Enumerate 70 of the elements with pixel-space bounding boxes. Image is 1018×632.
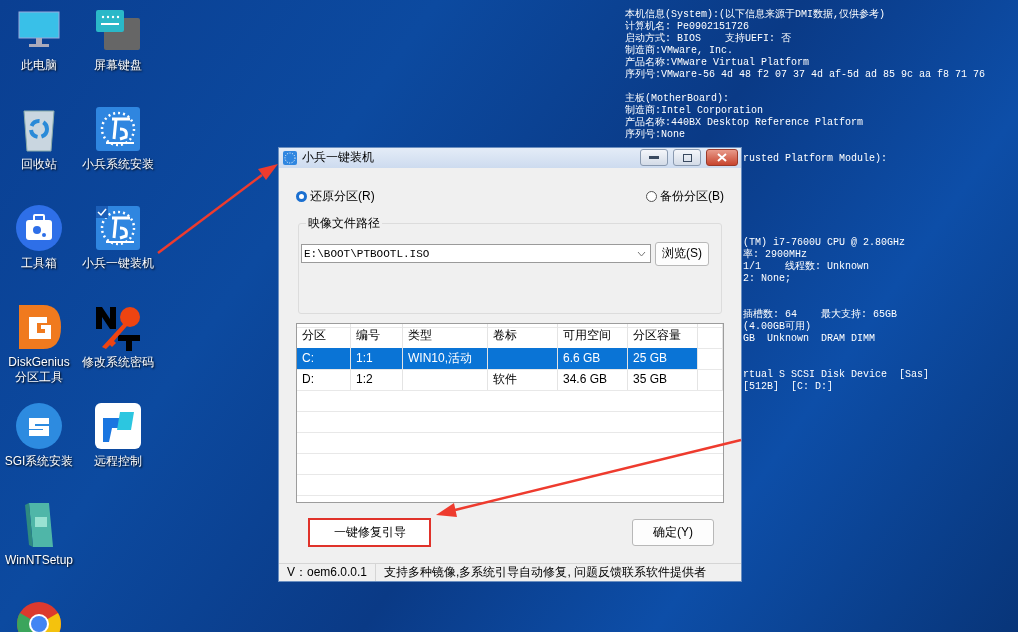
info-line: 插槽数: 64 最大支持: 65GB [743,309,897,321]
disk-tool-icon [19,305,61,349]
info-line: 产品名称:VMware Virtual Platform [625,57,810,68]
sgi-icon [16,403,62,449]
app-icon [283,150,297,165]
info-line: (4.00GB可用) [743,321,811,333]
maximize-button[interactable] [673,149,701,167]
maximize-icon [682,153,692,162]
toolbox-icon [16,205,62,251]
info-line: 序列号:VMware-56 4d 48 f2 07 37 4d af-5d ad 85 9c aa f8 71 76 [625,69,986,81]
table-row[interactable]: D: 1:2 软件 34.6 GB 35 GB [297,368,723,390]
info-line: 1/1 线程数: Unknown [743,261,869,273]
table-row[interactable]: C: 1:1 WIN10,活动 6.6 GB 25 GB [297,347,723,369]
checkbox-icon [96,206,108,218]
browser-icon [17,602,61,632]
monitor-icon [18,11,60,47]
remote-icon [95,403,141,449]
info-line: 本机信息(System):(以下信息来源于DMI数据,仅供参考) [625,9,885,20]
info-line: 率: 2900MHz [743,249,807,261]
info-line: 2: None; [743,273,791,285]
column-header: 分区容量 [628,323,698,348]
desktop-icon-label[interactable]: 屏幕键盘 [94,58,142,73]
minimize-button[interactable] [640,149,668,167]
browse-button[interactable]: 浏览(S) [655,241,709,266]
desktop-icon-label[interactable]: 远程控制 [94,454,142,469]
setup-box-icon [25,503,53,547]
desktop-icon-label[interactable]: WinNTSetup [5,553,73,568]
version-text: V：oem6.0.0.1 [279,563,377,581]
info-line: rtual S SCSI Disk Device [Sas] [743,369,930,381]
installer-icon [96,107,140,151]
desktop-icon-label[interactable]: 小兵系统安装 [82,157,154,172]
desktop-icon-label[interactable]: DiskGenius 分区工具 [8,355,70,385]
column-header: 类型 [403,323,488,348]
info-line: rusted Platform Module): [743,153,888,165]
info-line: 主板(MotherBoard): [625,93,729,105]
info-line: [512B] [C: D:] [743,381,833,393]
status-message: 支持多种镜像,多系统引导自动修复, 问题反馈联系软件提供者 [383,563,707,581]
column-header: 卷标 [488,323,558,348]
group-label: 映像文件路径 [306,214,382,232]
info-line: 制造商:VMware, Inc. [625,45,733,56]
minimize-icon [649,155,659,160]
desktop-icon-label[interactable]: 回收站 [21,157,57,172]
info-line: 产品名称:440BX Desktop Reference Platform [625,117,864,128]
info-line: GB Unknown DRAM DIMM [743,333,876,345]
radio-button[interactable]: 备份分区(B) [646,187,724,205]
installer-icon [96,206,140,250]
path-dropdown[interactable]: E:\BOOT\PTBOOTL.ISO [301,244,651,264]
column-header: 分区 [297,323,351,348]
info-line: 计算机名: Pe0902151726 [625,21,749,32]
info-line: 制造商:Intel Corporation [625,105,764,116]
info-line: 序列号:None [625,129,685,141]
recycle-bin-icon [23,110,55,152]
info-line: (TM) i7-7600U CPU @ 2.80GHz [743,237,906,249]
column-header: 编号 [351,323,403,348]
desktop-icon-label[interactable]: 小兵一键装机 [82,256,154,271]
repair-boot-button[interactable]: 一键修复引导 [310,519,429,545]
desktop-icon-label[interactable]: 工具箱 [21,256,57,271]
column-header: 可用空间 [558,323,628,348]
info-line: 启动方式: BIOS 支持UEFI: 否 [625,33,791,44]
close-icon [717,153,727,163]
window-title: 小兵一键装机 [302,149,375,167]
desktop-icon-label[interactable]: SGI系统安装 [4,454,74,469]
chevron-down-icon [637,250,646,257]
desktop-icon-label[interactable]: 修改系统密码 [82,355,154,370]
close-button[interactable] [706,149,738,167]
keyboard-icon [96,10,140,50]
key-icon [96,307,140,351]
radio-button[interactable]: 还原分区(R) [296,187,375,205]
ok-button[interactable]: 确定(Y) [632,518,714,546]
desktop-icon-label[interactable]: 此电脑 [21,58,57,73]
